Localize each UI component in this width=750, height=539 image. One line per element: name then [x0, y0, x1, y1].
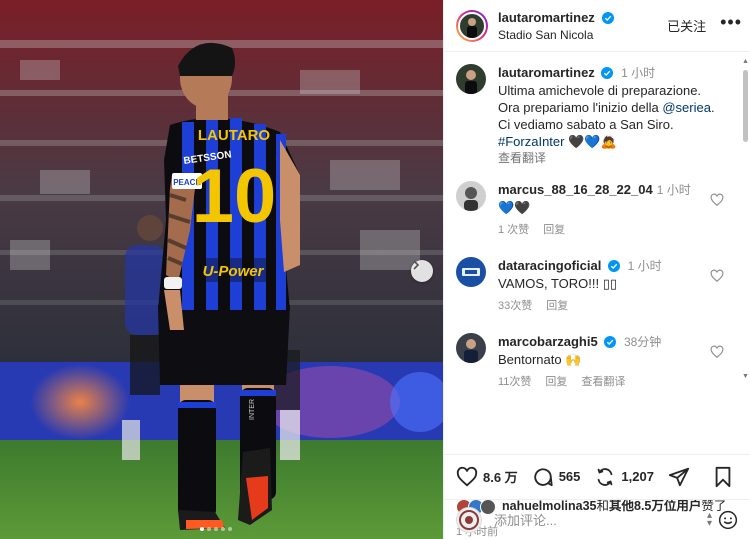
- comment-item: marcobarzaghi5 38分钟 Bentornato 🙌 11次赞 回复 查…: [456, 333, 736, 391]
- author-avatar-small[interactable]: [456, 64, 486, 94]
- comment-time: 1 小时: [656, 183, 691, 197]
- carousel-dot: [214, 527, 218, 531]
- repost-icon: [598, 467, 613, 486]
- like-count: 8.6 万: [483, 470, 518, 485]
- carousel-dots: [200, 527, 232, 531]
- verified-badge-icon: [602, 12, 615, 24]
- commenter-username[interactable]: marcobarzaghi5: [498, 334, 598, 349]
- comment-bubble-icon: [533, 467, 553, 486]
- carousel-dot: [200, 527, 204, 531]
- more-options-icon[interactable]: •••: [720, 12, 742, 33]
- mention-link[interactable]: @seriea: [662, 100, 711, 115]
- bookmark-icon: [715, 466, 731, 487]
- carousel-dot: [221, 527, 225, 531]
- caption-username[interactable]: lautaromartinez: [498, 65, 595, 80]
- comment-text: VAMOS, TORO!!! ▯▯: [498, 276, 618, 291]
- author-avatar[interactable]: [456, 9, 488, 42]
- comment-text: 💙🖤: [498, 200, 531, 215]
- commenter-avatar[interactable]: [456, 181, 486, 211]
- comment-like-heart-icon[interactable]: [710, 345, 724, 359]
- comment-input[interactable]: 添加评论...: [494, 510, 707, 529]
- carousel-dot: [228, 527, 232, 531]
- scrollbar-thumb[interactable]: [743, 70, 748, 142]
- comment-item: dataracingoficial 1 小时 VAMOS, TORO!!! ▯▯…: [456, 257, 736, 315]
- caption-line-2: Ora prepariamo l'inizio della: [498, 100, 663, 115]
- current-user-avatar: [456, 506, 482, 533]
- commenter-username[interactable]: marcus_88_16_28_22_04: [498, 182, 653, 197]
- comment-button[interactable]: 565: [532, 466, 581, 488]
- instagram-post-window: PEACE BETSSON LAUTARO 10 U-Power INTER l…: [0, 0, 750, 539]
- back-sponsor: U-Power: [203, 263, 265, 280]
- carousel-next-button[interactable]: [411, 260, 433, 282]
- post-side-panel: lautaromartinez Stadio San Nicola 已关注 ••…: [443, 0, 750, 539]
- caption-time: 1 小时: [621, 66, 656, 80]
- commenter-avatar[interactable]: [456, 333, 486, 363]
- comment-time: 1 小时: [627, 259, 662, 273]
- emoji-smile-icon[interactable]: [718, 510, 738, 530]
- carousel-dot: [207, 527, 211, 531]
- translate-link[interactable]: 查看翻译: [498, 150, 736, 167]
- comment-count: 565: [558, 469, 581, 484]
- verified-badge-icon: [601, 67, 614, 79]
- comments-list[interactable]: lautaromartinez 1 小时 Ultima amichevole d…: [444, 52, 750, 454]
- comment-text: Bentornato 🙌: [498, 352, 582, 367]
- comment-like-count[interactable]: 1 次赞: [498, 224, 529, 236]
- repost-button[interactable]: 1,207: [594, 466, 654, 488]
- caption-period: .: [710, 100, 715, 115]
- verified-badge-icon: [607, 260, 620, 272]
- caption: lautaromartinez 1 小时 Ultima amichevole d…: [456, 64, 736, 167]
- caption-emojis: 🖤💙🙇: [568, 134, 617, 149]
- input-resize-icon[interactable]: ▴ ▾: [707, 510, 712, 528]
- like-button[interactable]: 8.6 万: [456, 466, 518, 488]
- reply-button[interactable]: 回复: [545, 376, 567, 388]
- action-bar: 8.6 万 565 1,207: [444, 454, 750, 498]
- caption-line-1: Ultima amichevole di preparazione.: [498, 83, 702, 98]
- author-username[interactable]: lautaromartinez: [498, 10, 595, 25]
- comment-like-count[interactable]: 11次赞: [498, 376, 531, 388]
- post-location[interactable]: Stadio San Nicola: [498, 28, 667, 43]
- reply-button[interactable]: 回复: [546, 300, 568, 312]
- scroll-down-arrow-icon[interactable]: ▼: [742, 373, 749, 380]
- comment-time: 38分钟: [623, 335, 662, 349]
- verified-badge-icon: [604, 336, 617, 348]
- post-header: lautaromartinez Stadio San Nicola 已关注 ••…: [444, 0, 750, 52]
- send-paper-plane-icon: [668, 467, 690, 486]
- save-button[interactable]: [713, 466, 738, 488]
- comment-like-heart-icon[interactable]: [710, 269, 724, 283]
- hashtag-link[interactable]: #ForzaInter: [498, 134, 564, 149]
- repost-count: 1,207: [621, 469, 654, 484]
- share-button[interactable]: [668, 466, 695, 488]
- jersey-number: 10: [192, 154, 277, 239]
- commenter-avatar[interactable]: [456, 257, 486, 287]
- commenter-username[interactable]: dataracingoficial: [498, 258, 601, 273]
- translate-link[interactable]: 查看翻译: [581, 376, 625, 388]
- following-button[interactable]: 已关注: [667, 16, 706, 35]
- jersey-name: LAUTARO: [198, 127, 271, 144]
- scroll-up-arrow-icon[interactable]: ▲: [742, 58, 749, 65]
- comment-like-heart-icon[interactable]: [710, 193, 724, 207]
- heart-icon: [456, 466, 478, 486]
- chevron-right-icon: [413, 260, 420, 270]
- reply-button[interactable]: 回复: [543, 224, 565, 236]
- comment-item: marcus_88_16_28_22_04 1 小时 💙🖤 1 次赞 回复: [456, 181, 736, 239]
- comments-scrollbar[interactable]: ▲ ▼: [742, 58, 749, 380]
- add-comment-bar: 添加评论... ▴ ▾: [444, 499, 750, 539]
- sock-text: INTER: [249, 399, 256, 420]
- post-photo[interactable]: PEACE BETSSON LAUTARO 10 U-Power INTER: [0, 0, 443, 539]
- caption-line-3: Ci vediamo sabato a San Siro.: [498, 117, 674, 132]
- comment-like-count[interactable]: 33次赞: [498, 300, 532, 312]
- photo-illustration: PEACE BETSSON LAUTARO 10 U-Power INTER: [0, 0, 443, 539]
